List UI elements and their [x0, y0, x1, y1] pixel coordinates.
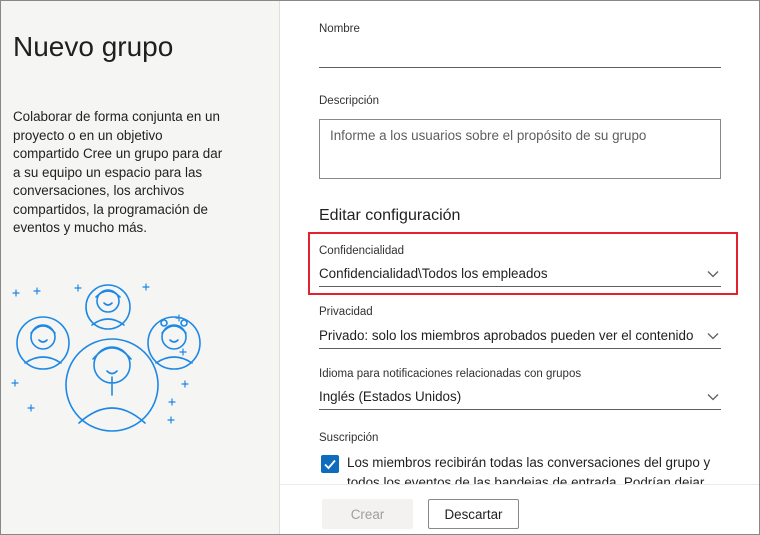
section-title: Editar configuración: [319, 207, 461, 224]
subscription-checkbox[interactable]: [321, 455, 339, 473]
description-label: Descripción: [319, 95, 380, 107]
form-panel: Nombre Descripción Informe a los usuario…: [280, 1, 759, 534]
confidentiality-label: Confidencialidad: [319, 245, 405, 257]
chevron-down-icon[interactable]: [706, 267, 720, 281]
privacy-label: Privacidad: [319, 306, 373, 318]
confidentiality-underline: [319, 286, 721, 287]
dialog-footer: Crear Descartar: [280, 484, 759, 534]
discard-button[interactable]: Descartar: [428, 499, 519, 529]
checkmark-icon: [324, 459, 336, 470]
subscription-text: Los miembros recibirán todas las convers…: [347, 455, 711, 484]
info-panel: Nuevo grupo Colaborar de forma conjunta …: [1, 1, 280, 534]
language-label: Idioma para notificaciones relacionadas …: [319, 368, 582, 380]
privacy-underline: [319, 348, 721, 349]
form-scroll-area[interactable]: Nombre Descripción Informe a los usuario…: [280, 1, 759, 484]
confidentiality-dropdown[interactable]: Confidencialidad\Todos los empleados: [319, 266, 548, 281]
chevron-down-icon[interactable]: [706, 329, 720, 343]
subscription-label: Suscripción: [319, 432, 379, 444]
language-dropdown[interactable]: Inglés (Estados Unidos): [319, 389, 461, 404]
name-field[interactable]: [319, 45, 721, 68]
new-group-dialog: Nuevo grupo Colaborar de forma conjunta …: [0, 0, 760, 535]
panel-description: Colaborar de forma conjunta en un proyec…: [13, 109, 223, 235]
chevron-down-icon[interactable]: [706, 390, 720, 404]
page-title: Nuevo grupo: [13, 31, 174, 62]
privacy-dropdown[interactable]: Privado: solo los miembros aprobados pue…: [319, 328, 693, 343]
people-illustration: [11, 283, 201, 432]
description-field[interactable]: Informe a los usuarios sobre el propósit…: [319, 119, 721, 179]
create-button[interactable]: Crear: [322, 499, 413, 529]
description-placeholder: Informe a los usuarios sobre el propósit…: [330, 128, 647, 143]
name-label: Nombre: [319, 23, 360, 35]
language-underline: [319, 409, 721, 410]
